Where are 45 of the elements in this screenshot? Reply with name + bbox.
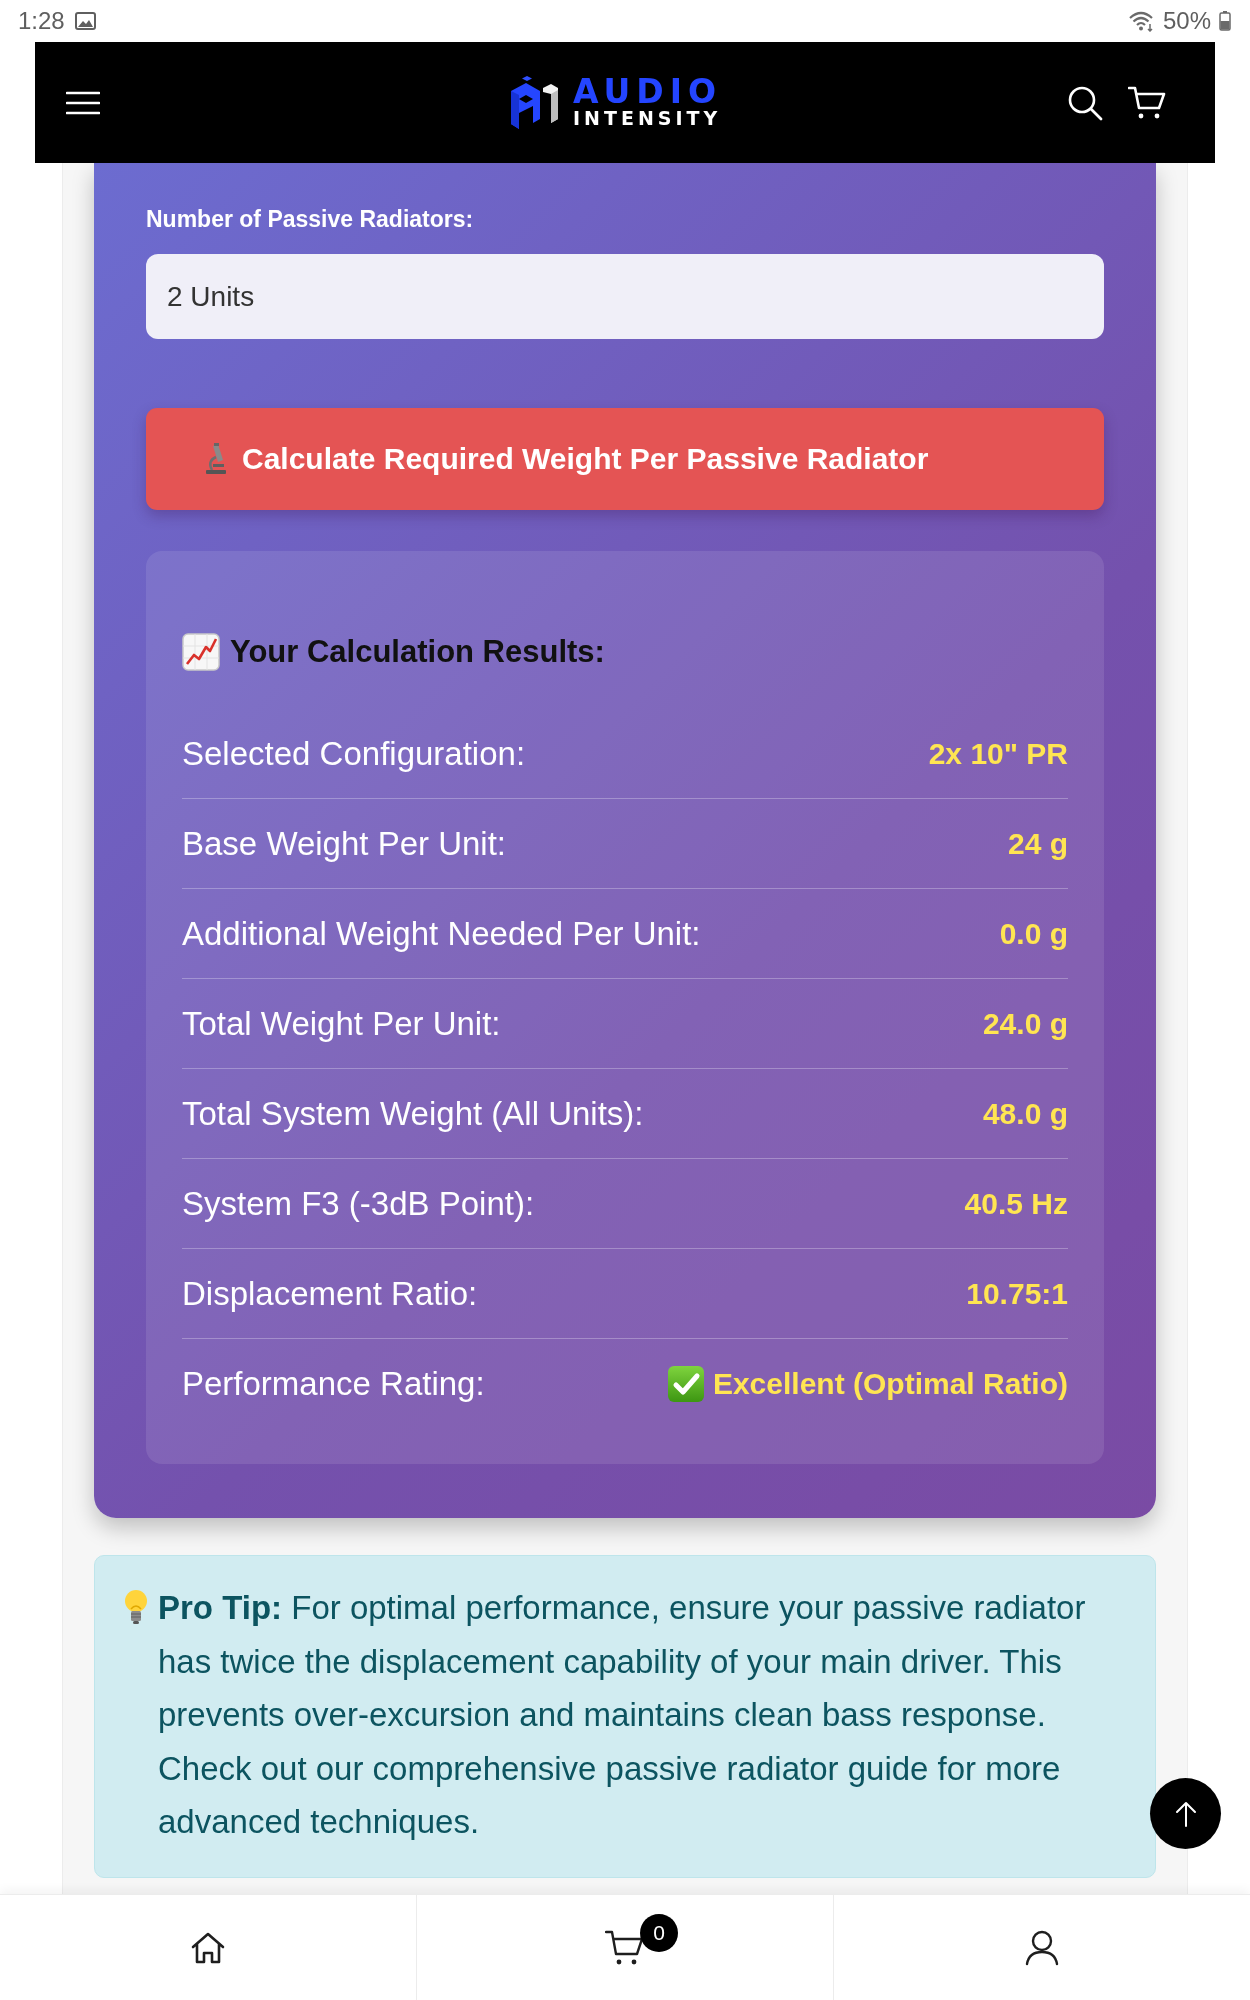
results-heading: Your Calculation Results: — [230, 633, 605, 671]
cart-icon — [605, 1929, 645, 1966]
field-label: Number of Passive Radiators: — [146, 206, 475, 232]
logo-wordmark: AUDIO INTENSITY — [572, 76, 722, 129]
user-icon — [1025, 1929, 1059, 1966]
result-label: Total Weight Per Unit: — [182, 1004, 501, 1043]
result-label: Base Weight Per Unit: — [182, 824, 507, 863]
chart-increasing-icon — [182, 633, 220, 671]
result-value: 10.75:1 — [966, 1276, 1068, 1311]
result-value: 48.0 g — [982, 1096, 1068, 1131]
rating-value: Excellent (Optimal Ratio) — [712, 1367, 1068, 1401]
result-value: 0.0 g — [999, 916, 1068, 951]
result-value: 24 g — [1007, 826, 1068, 861]
search-button[interactable] — [1067, 84, 1103, 121]
pro-tip-text: Pro Tip: For optimal performance, ensure your passive radiator has twice the displacement capability of your main driver. This prevents over-excursion and maintains clean bass response. Check out our comprehensive passive radiator guide for more advanced techniques. — [158, 1588, 1087, 1842]
image-icon — [74, 12, 96, 30]
cart-icon — [1128, 85, 1166, 120]
result-value: 40.5 Hz — [964, 1186, 1068, 1221]
battery-icon — [1219, 11, 1231, 31]
cart-nav-button[interactable]: 0 — [416, 1895, 833, 2000]
calculate-button[interactable]: Calculate Required Weight Per Passive Radiator — [146, 408, 1104, 510]
cart-count-badge: 0 — [640, 1913, 678, 1952]
home-icon — [190, 1931, 226, 1964]
result-label: Total System Weight (All Units): — [182, 1094, 644, 1133]
light-bulb-icon — [123, 1589, 149, 1625]
battery-percentage: 50% — [1162, 7, 1211, 35]
result-label: Displacement Ratio: — [182, 1274, 478, 1313]
menu-icon — [66, 90, 100, 115]
result-value: 24.0 g — [982, 1006, 1068, 1041]
clock-time: 1:28 — [18, 7, 65, 35]
result-label: Selected Configuration: — [182, 734, 526, 773]
result-label: Performance Rating: — [182, 1365, 485, 1403]
logo-link[interactable]: AUDIO INTENSITY — [509, 75, 722, 130]
arrow-up-icon — [1174, 1800, 1197, 1827]
result-label: Additional Weight Needed Per Unit: — [182, 914, 701, 953]
menu-button[interactable] — [66, 90, 100, 115]
microscope-icon — [204, 443, 228, 475]
cart-button[interactable] — [1128, 85, 1166, 120]
result-value: 2x 10" PR — [928, 736, 1068, 771]
radiator-count-field[interactable]: 2 Units — [146, 254, 1104, 339]
check-mark-icon — [667, 1366, 704, 1402]
result-label: System F3 (-3dB Point): — [182, 1184, 535, 1223]
wifi-icon — [1127, 10, 1155, 32]
search-icon — [1067, 84, 1103, 121]
logo-icon — [509, 75, 560, 130]
